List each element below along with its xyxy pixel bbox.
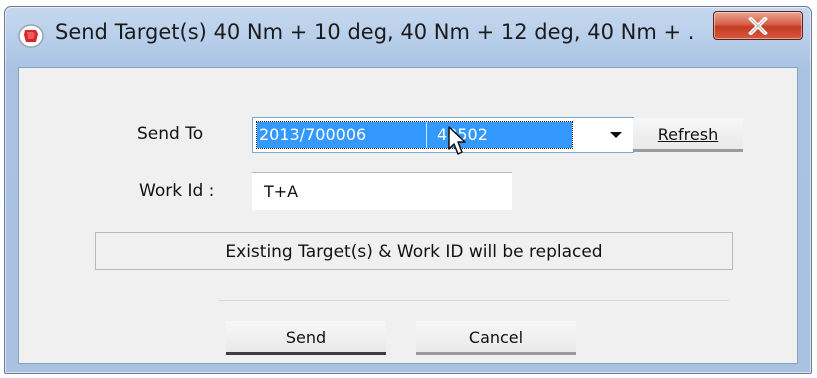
refresh-button-label: Refresh	[657, 125, 719, 144]
window-title: Send Target(s) 40 Nm + 10 deg, 40 Nm + 1…	[55, 20, 695, 44]
selected-job-number: 2013/700006	[259, 125, 367, 144]
divider	[219, 300, 729, 301]
app-icon	[18, 24, 44, 48]
send-targets-dialog: Send Target(s) 40 Nm + 10 deg, 40 Nm + 1…	[4, 6, 812, 374]
close-button[interactable]	[713, 11, 803, 40]
cancel-button[interactable]: Cancel	[416, 321, 576, 355]
work-id-label: Work Id :	[139, 181, 215, 201]
close-icon	[748, 16, 768, 35]
work-id-input[interactable]: T+A	[252, 172, 512, 210]
mouse-pointer-icon	[448, 126, 466, 155]
column-divider	[426, 122, 427, 148]
status-message: Existing Target(s) & Work ID will be rep…	[95, 232, 733, 270]
chevron-down-icon[interactable]	[605, 126, 627, 144]
dialog-body: Send To 2013/700006 43502 Refresh Work I…	[18, 67, 798, 364]
send-to-dropdown[interactable]: 2013/700006 43502	[252, 117, 634, 153]
send-to-label: Send To	[137, 124, 204, 144]
refresh-button[interactable]: Refresh	[633, 118, 743, 152]
send-button[interactable]: Send	[226, 321, 386, 355]
send-to-selected-value: 2013/700006 43502	[256, 121, 573, 149]
title-bar[interactable]: Send Target(s) 40 Nm + 10 deg, 40 Nm + 1…	[5, 7, 811, 67]
